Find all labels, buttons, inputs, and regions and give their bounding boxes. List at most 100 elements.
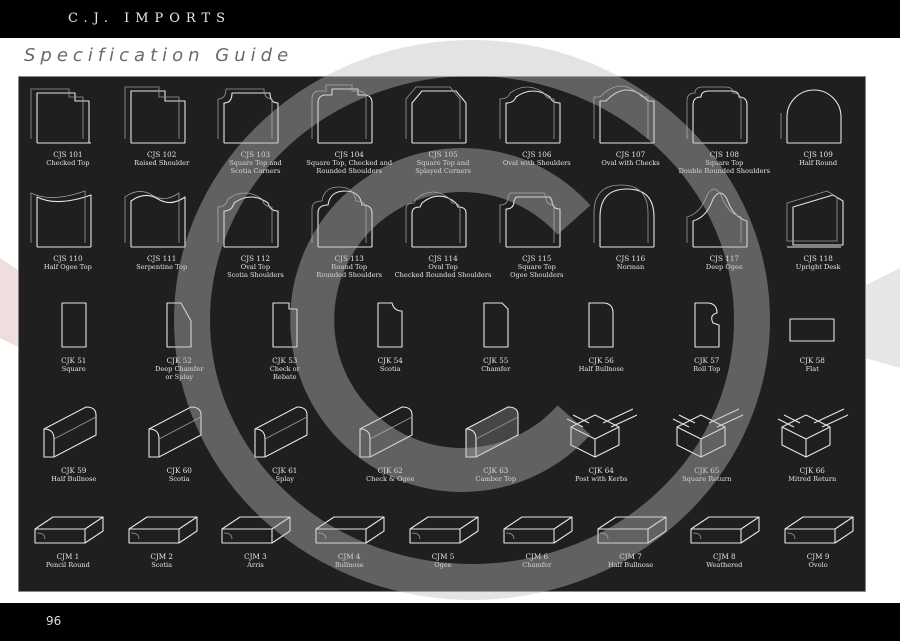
spec-code: CJK 65 <box>694 466 720 475</box>
spec-label: CJM 2 Scotia <box>108 552 216 570</box>
page-number: 96 <box>46 614 62 628</box>
spec-item: CJK 53 Check or Rebate <box>231 295 339 381</box>
spec-code: CJM 2 <box>150 552 173 561</box>
specification-panel: CJS 101 Checked Top CJS 102 Raised Shoulder… <box>18 76 866 592</box>
spec-item: CJK 59 Half Bullnose <box>20 399 128 483</box>
spec-item: CJM 7 Half Bullnose <box>577 509 685 569</box>
spec-code: CJM 4 <box>337 552 361 561</box>
spec-description: Square Top and Splayed Corners <box>415 159 471 175</box>
spec-description: Square Return <box>682 475 732 483</box>
spec-label: CJS 110 Half Ogee Top <box>14 255 122 272</box>
spec-code: CJK 61 <box>272 466 298 475</box>
square-return-shape-icon <box>672 408 743 458</box>
spec-label: CJS 114 Oval Top Checked Rounded Shoulder… <box>389 254 497 280</box>
spec-label: CJK 54 Scotia <box>336 357 444 374</box>
spec-label: CJS 111 Serpentine Top <box>108 254 216 272</box>
spec-description: Upright Desk <box>795 263 841 271</box>
spec-code: CJK 59 <box>61 466 87 475</box>
spec-description: Chamfer <box>481 365 511 373</box>
spec-item: CJM 8 Weathered <box>670 509 778 569</box>
spec-code: CJS 112 <box>240 254 271 263</box>
spec-description: Splay <box>275 475 294 483</box>
spec-item: CJK 57 Roll Top <box>653 295 761 373</box>
kerb-bullnose-shape-icon <box>43 406 97 458</box>
square-shape-icon <box>61 302 87 348</box>
spec-code: CJK 66 <box>799 466 825 475</box>
spec-item: CJM 6 Chamfer <box>483 509 591 569</box>
spec-description: Half Ogee Top <box>43 263 92 271</box>
spec-code: CJS 118 <box>803 254 833 263</box>
double-rounded-shape-icon <box>686 86 748 144</box>
spec-code: CJS 111 <box>147 254 177 263</box>
upright-desk-shape-icon <box>786 190 844 248</box>
check-rebate-shape-icon <box>272 302 298 348</box>
pencil-round-shape-icon <box>34 516 104 544</box>
chamfer-shape-icon <box>483 302 509 348</box>
spec-item: CJK 54 Scotia <box>336 295 444 373</box>
spec-label: CJS 109 Half Round <box>764 150 872 168</box>
spec-code: CJS 117 <box>709 254 739 263</box>
spec-item: CJS 114 Oval Top Checked Rounded Shoulder… <box>389 187 497 279</box>
spec-item: CJS 109 Half Round <box>764 83 872 167</box>
spec-description: Chamfer <box>522 561 552 569</box>
spec-label: CJK 56 Half Bullnose <box>547 357 655 374</box>
spec-label: CJK 58 Flat <box>758 357 866 374</box>
spec-code: CJM 3 <box>244 552 267 561</box>
spec-code: CJS 113 <box>334 254 364 263</box>
spec-code: CJK 64 <box>588 466 614 475</box>
spec-code: CJS 114 <box>428 254 458 263</box>
spec-description: Bullnose <box>334 561 364 569</box>
spec-label: CJM 3 Arris <box>201 552 309 570</box>
spec-label: CJS 106 Oval with Shoulders <box>483 151 591 168</box>
brand-name: C.J. IMPORTS <box>68 11 232 26</box>
spec-code: CJK 53 <box>272 356 298 365</box>
spec-description: Half Round <box>799 159 838 167</box>
spec-description: Camber Top <box>475 475 517 483</box>
spec-code: CJS 109 <box>803 150 833 159</box>
spec-description: Deep Chamfer or Splay <box>155 365 204 381</box>
spec-description: Norman <box>616 263 645 271</box>
spec-item: CJK 62 Check & Ogee <box>336 399 444 483</box>
spec-description: Flat <box>805 365 819 373</box>
spec-label: CJK 64 Post with Kerbs <box>547 466 655 484</box>
spec-label: CJK 65 Square Return <box>653 466 761 484</box>
spec-label: CJS 105 Square Top and Splayed Corners <box>389 151 497 176</box>
spec-description: Check or Rebate <box>269 365 300 381</box>
spec-item: CJS 112 Oval Top Scotia Shoulders <box>201 187 309 279</box>
spec-label: CJM 9 Ovolo <box>764 552 872 570</box>
spec-description: Half Bullnose <box>51 475 97 483</box>
oval-scotia-shape-icon <box>218 192 279 248</box>
scotia-shape-icon <box>377 302 403 348</box>
spec-label: CJM 1 Pencil Round <box>14 553 122 570</box>
spec-item: CJM 5 Ogee <box>389 509 497 569</box>
spec-item: CJS 106 Oval with Shoulders <box>483 83 591 167</box>
footer-bar: 96 <box>0 603 900 641</box>
spec-item: CJK 56 Half Bullnose <box>547 295 655 373</box>
spec-label: CJK 61 Splay <box>231 466 339 484</box>
bullnose-shape-icon <box>315 516 385 544</box>
spec-code: CJS 115 <box>522 254 552 263</box>
spec-code: CJK 51 <box>61 356 87 365</box>
checked-top-shape-icon <box>30 88 91 144</box>
spec-description: Arris <box>247 561 264 569</box>
spec-description: Square Top and Scotia Corners <box>229 159 282 175</box>
spec-code: CJK 55 <box>483 356 509 365</box>
spec-label: CJM 7 Half Bullnose <box>577 553 685 570</box>
spec-code: CJS 108 <box>709 150 739 159</box>
slab-scotia-shape-icon <box>128 516 198 544</box>
spec-description: Square Top Double Rounded Shoulders <box>678 159 771 175</box>
spec-item: CJM 2 Scotia <box>108 509 216 569</box>
spec-description: Square Top Ogee Shoulders <box>510 263 564 279</box>
spec-code: CJM 5 <box>431 552 455 561</box>
spec-description: Round Top Rounded Shoulders <box>316 263 383 279</box>
spec-label: CJK 59 Half Bullnose <box>20 466 128 484</box>
spec-label: CJS 107 Oval with Checks <box>577 151 685 168</box>
mitred-return-shape-icon <box>778 408 849 458</box>
spec-code: CJM 6 <box>525 552 549 561</box>
spec-item: CJS 103 Square Top and Scotia Corners <box>201 83 309 175</box>
kerb-scotia-shape-icon <box>148 406 202 458</box>
spec-code: CJS 102 <box>147 150 177 159</box>
slab-half-bullnose-shape-icon <box>596 516 667 544</box>
spec-label: CJS 115 Square Top Ogee Shoulders <box>483 254 591 280</box>
spec-code: CJM 9 <box>806 552 830 561</box>
